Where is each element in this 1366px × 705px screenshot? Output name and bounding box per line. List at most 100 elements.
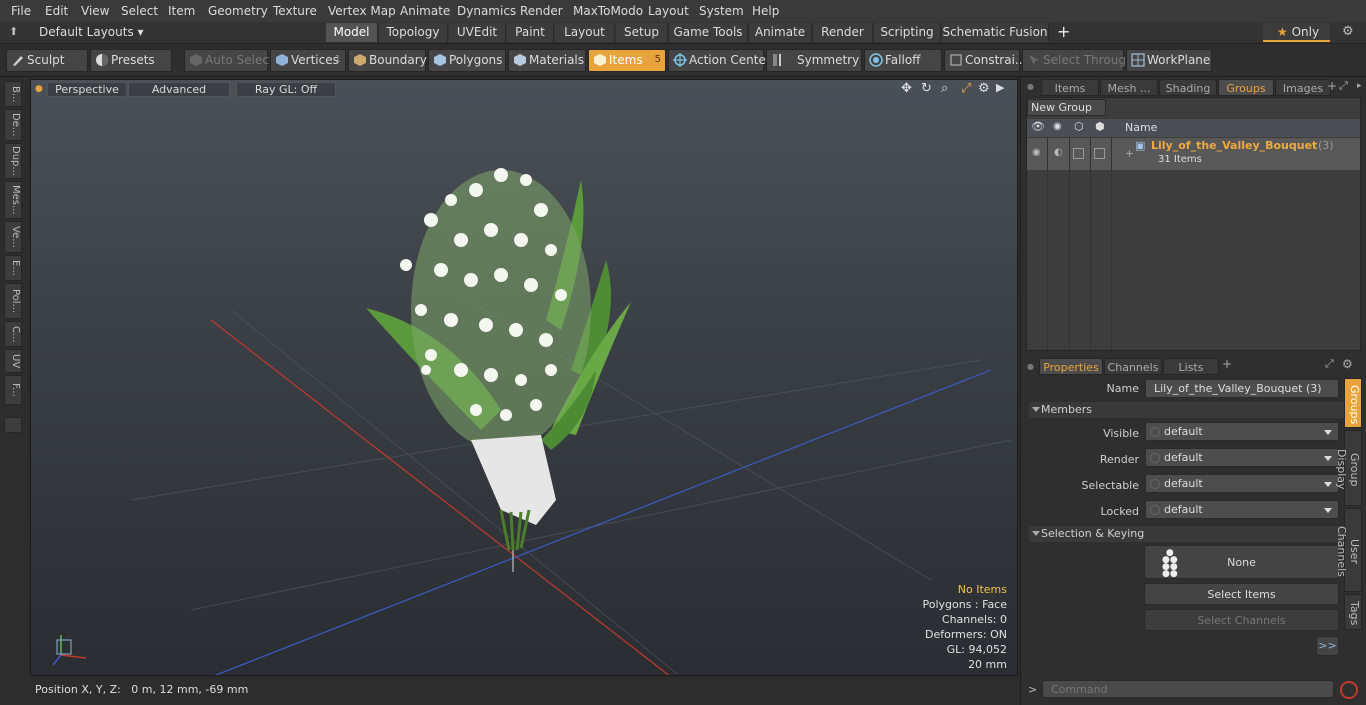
side-tab-group-display[interactable]: Group Display bbox=[1335, 430, 1362, 506]
tab-topology[interactable]: Topology bbox=[379, 23, 448, 42]
tab-model[interactable]: Model bbox=[326, 23, 378, 42]
selection-keying-section[interactable]: Selection & Keying bbox=[1029, 526, 1360, 542]
add-panel-tab-icon[interactable]: + bbox=[1327, 79, 1337, 93]
constraints-button[interactable]: Constrai... bbox=[944, 49, 1026, 72]
left-tab-curve[interactable]: C... bbox=[4, 321, 22, 347]
tab-paint[interactable]: Paint bbox=[507, 23, 554, 42]
add-tab-icon[interactable]: + bbox=[1057, 22, 1070, 41]
tab-animate[interactable]: Animate bbox=[749, 23, 812, 42]
items-button[interactable]: Items 5 bbox=[588, 49, 666, 72]
3d-viewport[interactable]: ● Perspective Advanced Ray GL: Off ✥ ↻ ⌕… bbox=[30, 79, 1018, 676]
eye-icon[interactable]: 👁 bbox=[1031, 120, 1045, 133]
left-tab-edge[interactable]: E... bbox=[4, 255, 22, 281]
maximize-view-icon[interactable]: ⤢ bbox=[961, 81, 971, 96]
tab-schematic-fusion[interactable]: Schematic Fusion bbox=[942, 23, 1049, 42]
menu-animate[interactable]: Animate bbox=[400, 4, 450, 18]
gear-icon[interactable]: ⚙ bbox=[1342, 24, 1354, 39]
left-tab-deform[interactable]: De... bbox=[4, 109, 22, 141]
auto-select-button[interactable]: Auto Select bbox=[184, 49, 274, 72]
menu-vertex-map[interactable]: Vertex Map bbox=[328, 4, 396, 18]
vertices-button[interactable]: Vertices 1 bbox=[270, 49, 346, 72]
expand-props-icon[interactable]: ⤢ bbox=[1325, 357, 1334, 371]
bouquet-model[interactable] bbox=[366, 168, 631, 551]
action-center-button[interactable]: Action Center bbox=[668, 49, 771, 72]
tab-scripting[interactable]: Scripting bbox=[874, 23, 941, 42]
select-through-button[interactable]: Select Through bbox=[1022, 49, 1134, 72]
layout-arrow-icon[interactable]: ⬆ bbox=[9, 25, 18, 38]
menu-edit[interactable]: Edit bbox=[45, 4, 68, 18]
select-items-button[interactable]: Select Items bbox=[1144, 583, 1339, 605]
menu-layout[interactable]: Layout bbox=[648, 4, 689, 18]
left-tab-polygon[interactable]: Pol... bbox=[4, 283, 22, 319]
props-menu-icon[interactable]: ● bbox=[1027, 362, 1034, 371]
members-section[interactable]: Members bbox=[1029, 402, 1360, 418]
tab-mesh[interactable]: Mesh ... bbox=[1100, 79, 1158, 96]
tab-uvedit[interactable]: UVEdit bbox=[449, 23, 506, 42]
render-icon[interactable]: ◉ bbox=[1053, 121, 1062, 132]
tab-layout[interactable]: Layout bbox=[555, 23, 615, 42]
side-tab-tags[interactable]: Tags bbox=[1344, 594, 1362, 630]
group-row[interactable]: ◉ ◐ + ▣ Lily_of_the_Valley_Bouquet (3) 3… bbox=[1027, 138, 1360, 170]
tab-images[interactable]: Images bbox=[1275, 79, 1331, 96]
tab-shading[interactable]: Shading bbox=[1159, 79, 1217, 96]
menu-file[interactable]: File bbox=[11, 4, 31, 18]
tab-game-tools[interactable]: Game Tools bbox=[669, 23, 748, 42]
presets-button[interactable]: Presets bbox=[90, 49, 172, 72]
lock-icon[interactable]: ⬢ bbox=[1095, 120, 1105, 133]
tab-groups[interactable]: Groups bbox=[1218, 79, 1274, 96]
panel-scroll-arrow-icon[interactable]: ▸ bbox=[1357, 81, 1362, 91]
falloff-button[interactable]: Falloff bbox=[864, 49, 942, 72]
menu-system[interactable]: System bbox=[699, 4, 744, 18]
menu-help[interactable]: Help bbox=[752, 4, 779, 18]
menu-view[interactable]: View bbox=[81, 4, 109, 18]
selectable-icon[interactable]: ⬡ bbox=[1074, 120, 1084, 133]
selectable-dropdown[interactable]: default bbox=[1145, 474, 1339, 493]
panel-menu-icon[interactable]: ● bbox=[1027, 82, 1034, 91]
name-column-header[interactable]: Name bbox=[1125, 121, 1157, 134]
menu-dynamics[interactable]: Dynamics bbox=[457, 4, 516, 18]
left-tab-fusion[interactable]: F... bbox=[4, 375, 22, 405]
expand-panel-icon[interactable]: ⤢ bbox=[1339, 79, 1348, 93]
menu-select[interactable]: Select bbox=[121, 4, 158, 18]
zoom-view-icon[interactable]: ⌕ bbox=[941, 81, 948, 96]
tab-properties[interactable]: Properties bbox=[1039, 358, 1103, 375]
row-render-icon[interactable]: ◐ bbox=[1054, 147, 1063, 158]
tab-setup[interactable]: Setup bbox=[616, 23, 668, 42]
visible-dropdown[interactable]: default bbox=[1145, 422, 1339, 441]
tab-lists[interactable]: Lists bbox=[1163, 358, 1219, 375]
raygl-button[interactable]: Ray GL: Off bbox=[236, 82, 336, 97]
polygons-button[interactable]: Polygons bbox=[428, 49, 506, 72]
keying-none-button[interactable]: ● ●● ●● ●● None bbox=[1144, 545, 1339, 579]
tab-items[interactable]: Items bbox=[1041, 79, 1099, 96]
menu-geometry[interactable]: Geometry bbox=[208, 4, 268, 18]
more-button[interactable]: >> bbox=[1316, 636, 1339, 656]
menu-texture[interactable]: Texture bbox=[273, 4, 317, 18]
workplane-button[interactable]: WorkPlane bbox=[1126, 49, 1212, 72]
record-icon[interactable] bbox=[1340, 681, 1358, 699]
perspective-button[interactable]: Perspective bbox=[47, 82, 127, 97]
viewport-more-icon[interactable]: ▶ bbox=[996, 81, 1004, 94]
menu-maxtomodo[interactable]: MaxToModo bbox=[573, 4, 643, 18]
rotate-view-icon[interactable]: ↻ bbox=[921, 81, 932, 96]
layouts-dropdown[interactable]: Default Layouts ▾ bbox=[39, 25, 144, 39]
row-lock-checkbox[interactable] bbox=[1094, 148, 1105, 159]
menu-item[interactable]: Item bbox=[168, 4, 195, 18]
side-tab-groups[interactable]: Groups bbox=[1344, 378, 1362, 428]
tab-render[interactable]: Render bbox=[813, 23, 873, 42]
only-button[interactable]: ★ Only bbox=[1263, 23, 1330, 42]
name-field[interactable]: Lily_of_the_Valley_Bouquet (3) bbox=[1145, 379, 1339, 398]
advanced-button[interactable]: Advanced bbox=[128, 82, 230, 97]
left-tab-uv[interactable]: UV bbox=[4, 349, 22, 373]
viewport-menu-icon[interactable]: ● bbox=[35, 84, 43, 94]
left-tab-duplicate[interactable]: Dup... bbox=[4, 143, 22, 179]
symmetry-button[interactable]: Symmetry bbox=[766, 49, 862, 72]
left-tab-mesh-edit[interactable]: Mes... bbox=[4, 181, 22, 219]
select-channels-button[interactable]: Select Channels bbox=[1144, 609, 1339, 631]
move-view-icon[interactable]: ✥ bbox=[901, 81, 912, 96]
row-select-checkbox[interactable] bbox=[1073, 148, 1084, 159]
tab-channels[interactable]: Channels bbox=[1104, 358, 1162, 375]
expand-group-icon[interactable]: + bbox=[1125, 147, 1134, 160]
left-tab-more[interactable] bbox=[4, 417, 22, 433]
render-dropdown[interactable]: default bbox=[1145, 448, 1339, 467]
row-eye-icon[interactable]: ◉ bbox=[1032, 147, 1041, 158]
